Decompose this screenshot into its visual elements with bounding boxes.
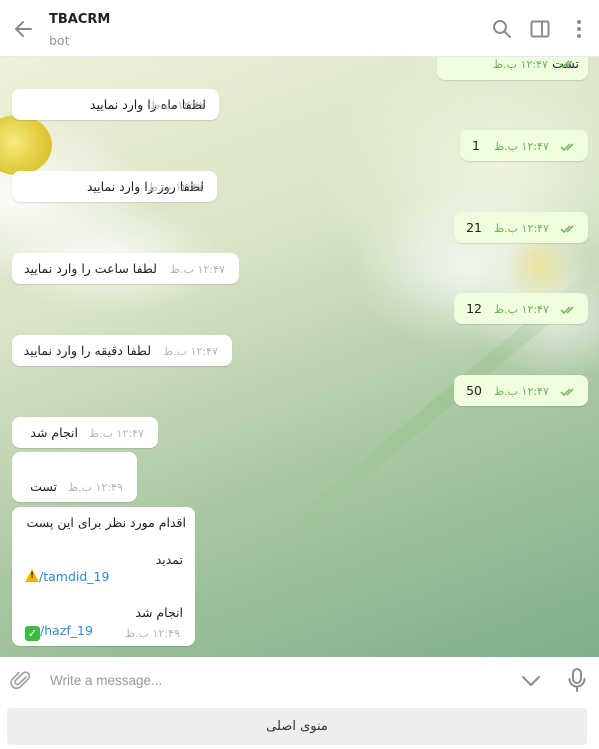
message-text: 12	[466, 301, 482, 316]
microphone-icon[interactable]	[566, 667, 588, 693]
outgoing-message[interactable]: 12 ۱۲:۴۷ ب.ظ	[454, 293, 588, 324]
action-title: اقدام مورد نظر برای این پست	[26, 515, 186, 530]
chat-header: TBACRM bot	[0, 0, 599, 57]
chat-subtitle: bot	[49, 33, 70, 48]
incoming-message[interactable]: لطفا ساعت را وارد نمایید ۱۲:۴۷ ب.ظ	[12, 253, 239, 284]
delete-label: انجام شد	[135, 605, 183, 620]
outgoing-message[interactable]: 21 ۱۲:۴۷ ب.ظ	[454, 212, 588, 243]
extend-label: تمدید	[155, 552, 183, 567]
incoming-message[interactable]: انجام شد ۱۲:۴۷ ب.ظ	[12, 417, 158, 448]
message-time: ۱۲:۴۷ ب.ظ	[170, 263, 225, 276]
message-time: ۱۲:۴۹ ب.ظ	[125, 627, 180, 640]
outgoing-message[interactable]: 1 ۱۲:۴۷ ب.ظ	[460, 130, 588, 161]
extend-command-link[interactable]: /tamdid_19	[25, 569, 109, 584]
message-text: 50	[466, 383, 482, 398]
check-mark-icon: ✓	[25, 626, 40, 641]
read-check-icon	[559, 60, 573, 69]
wallpaper-decoration	[0, 115, 52, 175]
message-text: انجام شد	[30, 425, 78, 440]
message-text: تست	[30, 479, 57, 494]
main-menu-button[interactable]: منوی اصلی	[7, 708, 587, 745]
sidebar-toggle-icon[interactable]	[529, 18, 551, 40]
warning-icon	[25, 569, 39, 582]
delete-command[interactable]: /hazf_19	[40, 623, 93, 638]
message-input[interactable]	[48, 668, 492, 692]
message-time: ۱۲:۴۷ ب.ظ	[150, 99, 205, 112]
bot-keyboard: منوی اصلی	[0, 702, 599, 749]
message-time: ۱۲:۴۷ ب.ظ	[493, 58, 548, 71]
message-text: 1	[472, 138, 480, 153]
message-time: ۱۲:۴۷ ب.ظ	[494, 385, 549, 398]
message-time: ۱۲:۴۷ ب.ظ	[163, 345, 218, 358]
message-time: ۱۲:۴۷ ب.ظ	[494, 140, 549, 153]
search-icon[interactable]	[491, 18, 513, 40]
chat-title[interactable]: TBACRM	[49, 12, 110, 27]
incoming-message[interactable]: لطفا ماه را وارد نمایید ۱۲:۴۷ ب.ظ	[12, 89, 219, 120]
message-time: ۱۲:۴۷ ب.ظ	[494, 222, 549, 235]
delete-command-link[interactable]: ✓/hazf_19	[25, 623, 93, 641]
more-vertical-icon[interactable]	[568, 18, 590, 40]
read-check-icon	[560, 225, 574, 234]
read-check-icon	[560, 306, 574, 315]
outgoing-message[interactable]: تست ۱۲:۴۷ ب.ظ	[437, 57, 588, 80]
message-time: ۱۲:۴۷ ب.ظ	[494, 303, 549, 316]
incoming-message[interactable]: لطفا روز را وارد نمایید ۱۲:۴۷ ب.ظ	[12, 171, 217, 202]
message-text: لطفا دقیقه را وارد نمایید	[23, 343, 151, 358]
paperclip-icon[interactable]	[10, 669, 32, 691]
message-time: ۱۲:۴۷ ب.ظ	[148, 181, 203, 194]
message-time: ۱۲:۴۹ ب.ظ	[68, 481, 123, 494]
read-check-icon	[560, 388, 574, 397]
extend-command[interactable]: /tamdid_19	[39, 569, 109, 584]
message-text: 21	[466, 220, 482, 235]
outgoing-message[interactable]: 50 ۱۲:۴۷ ب.ظ	[454, 375, 588, 406]
message-text: لطفا ساعت را وارد نمایید	[23, 261, 157, 276]
wallpaper-decoration	[498, 239, 582, 295]
back-arrow-icon[interactable]	[12, 18, 34, 40]
chevron-down-icon[interactable]	[520, 670, 542, 692]
incoming-message[interactable]: لطفا دقیقه را وارد نمایید ۱۲:۴۷ ب.ظ	[12, 335, 232, 366]
chat-messages-area[interactable]: تست ۱۲:۴۷ ب.ظ لطفا ماه را وارد نمایید ۱۲…	[0, 57, 599, 657]
read-check-icon	[560, 143, 574, 152]
incoming-message[interactable]: تست ۱۲:۴۹ ب.ظ	[12, 452, 137, 502]
message-time: ۱۲:۴۷ ب.ظ	[89, 427, 144, 440]
action-message[interactable]: اقدام مورد نظر برای این پست تمدید /tamdi…	[12, 507, 195, 646]
message-composer	[0, 657, 599, 702]
